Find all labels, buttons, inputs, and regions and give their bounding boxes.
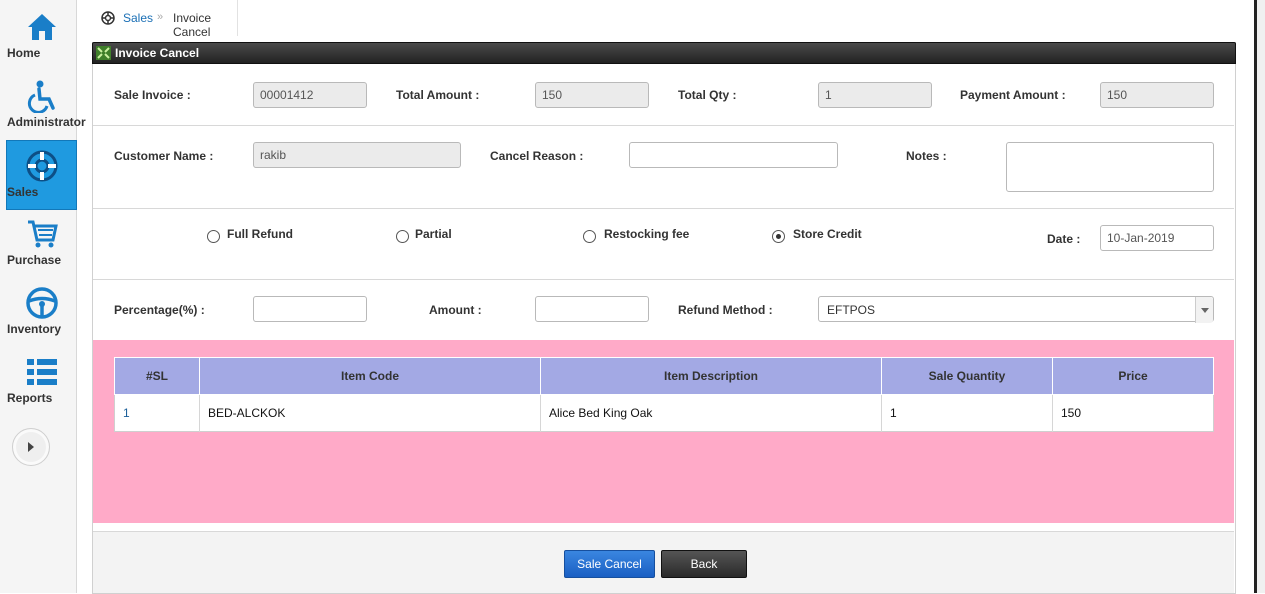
refund-method-label: Refund Method : <box>678 303 773 317</box>
total-qty-field[interactable] <box>818 82 932 108</box>
sidebar-item-reports[interactable]: Reports <box>7 347 76 415</box>
breadcrumb: Sales » Invoice Cancel <box>77 0 1254 39</box>
cancel-reason-label: Cancel Reason : <box>490 149 584 163</box>
restocking-fee-radio[interactable] <box>583 230 596 243</box>
back-button[interactable]: Back <box>661 550 747 578</box>
list-icon <box>26 359 57 385</box>
percentage-label: Percentage(%) : <box>114 303 205 317</box>
sidebar-expand-button[interactable] <box>12 428 50 466</box>
table-cell-item-description: Alice Bed King Oak <box>540 394 882 432</box>
sidebar-item-label: Inventory <box>7 322 62 336</box>
lifebuoy-icon <box>101 11 115 25</box>
chevron-right-icon <box>28 442 34 452</box>
breadcrumb-link-sales[interactable]: Sales <box>123 11 153 25</box>
steering-wheel-icon <box>25 287 58 319</box>
total-amount-field[interactable] <box>535 82 649 108</box>
store-credit-radio[interactable] <box>772 230 785 243</box>
percentage-input[interactable] <box>253 296 367 322</box>
items-table: #SL Item Code Item Description Sale Quan… <box>114 357 1214 432</box>
sidebar-item-home[interactable]: Home <box>7 2 76 70</box>
customer-name-label: Customer Name : <box>114 149 214 163</box>
breadcrumb-separator: » <box>157 11 164 23</box>
sidebar-item-inventory[interactable]: Inventory <box>7 278 76 346</box>
sidebar-item-label: Administrator <box>7 115 86 129</box>
total-qty-label: Total Qty : <box>678 88 737 102</box>
cart-icon <box>27 220 58 248</box>
sidebar-item-label: Home <box>7 46 41 60</box>
notes-textarea[interactable] <box>1006 142 1214 192</box>
table-header-price: Price <box>1052 357 1214 395</box>
home-icon <box>27 14 56 40</box>
sale-invoice-label: Sale Invoice : <box>114 88 191 102</box>
table-header-sl: #SL <box>114 357 200 395</box>
cancel-reason-input[interactable] <box>629 142 838 168</box>
panel-header: Invoice Cancel <box>92 42 1236 64</box>
date-label: Date : <box>1047 232 1081 246</box>
date-input[interactable] <box>1100 225 1214 251</box>
table-cell-item-code: BED-ALCKOK <box>199 394 541 432</box>
table-cell-price: 150 <box>1061 406 1082 420</box>
chevron-down-icon[interactable] <box>1195 297 1213 323</box>
table-header-sale-quantity: Sale Quantity <box>881 357 1053 395</box>
full-refund-radio[interactable] <box>207 230 220 243</box>
payment-amount-label: Payment Amount : <box>960 88 1066 102</box>
wheelchair-icon <box>27 80 55 113</box>
form-footer: Sale Cancel Back <box>93 532 1234 593</box>
customer-name-field[interactable] <box>253 142 461 168</box>
sale-cancel-button[interactable]: Sale Cancel <box>564 550 655 578</box>
sidebar-item-administrator[interactable]: Administrator <box>7 71 86 139</box>
table-header-item-description: Item Description <box>540 357 882 395</box>
store-credit-label: Store Credit <box>793 227 862 241</box>
total-amount-label: Total Amount : <box>396 88 480 102</box>
sidebar-item-label: Sales <box>7 185 39 199</box>
refund-method-select[interactable]: EFTPOS <box>818 296 1214 323</box>
amount-label: Amount : <box>429 303 482 317</box>
expand-arrows-icon <box>96 46 111 60</box>
sidebar-item-label: Reports <box>7 391 53 405</box>
refund-method-value: EFTPOS <box>827 303 876 317</box>
table-header-item-code: Item Code <box>199 357 541 395</box>
table-row[interactable]: 1 BED-ALCKOK Alice Bed King Oak 1 150 <box>114 394 1214 432</box>
partial-label: Partial <box>415 227 452 241</box>
sidebar-item-sales[interactable]: Sales <box>6 140 77 210</box>
table-cell-sale-quantity: 1 <box>881 394 1053 432</box>
restocking-fee-label: Restocking fee <box>604 227 690 241</box>
breadcrumb-current: Invoice Cancel <box>173 11 212 39</box>
sidebar: Home Administrator Sales Purchase Invent… <box>0 0 86 593</box>
amount-input[interactable] <box>535 296 649 322</box>
partial-radio[interactable] <box>396 230 409 243</box>
invoice-cancel-panel: Invoice Cancel Sale Invoice : Total Amou… <box>92 42 1236 594</box>
sidebar-item-label: Purchase <box>7 253 62 267</box>
sidebar-item-purchase[interactable]: Purchase <box>7 209 76 277</box>
right-edge <box>1254 0 1265 593</box>
items-table-area: #SL Item Code Item Description Sale Quan… <box>93 340 1234 523</box>
sale-invoice-field[interactable] <box>253 82 367 108</box>
table-cell-sl: 1 <box>114 394 200 432</box>
notes-label: Notes : <box>906 149 947 163</box>
full-refund-label: Full Refund <box>227 227 293 241</box>
panel-title: Invoice Cancel <box>115 46 200 60</box>
payment-amount-field[interactable] <box>1100 82 1214 108</box>
lifebuoy-icon <box>26 150 57 182</box>
